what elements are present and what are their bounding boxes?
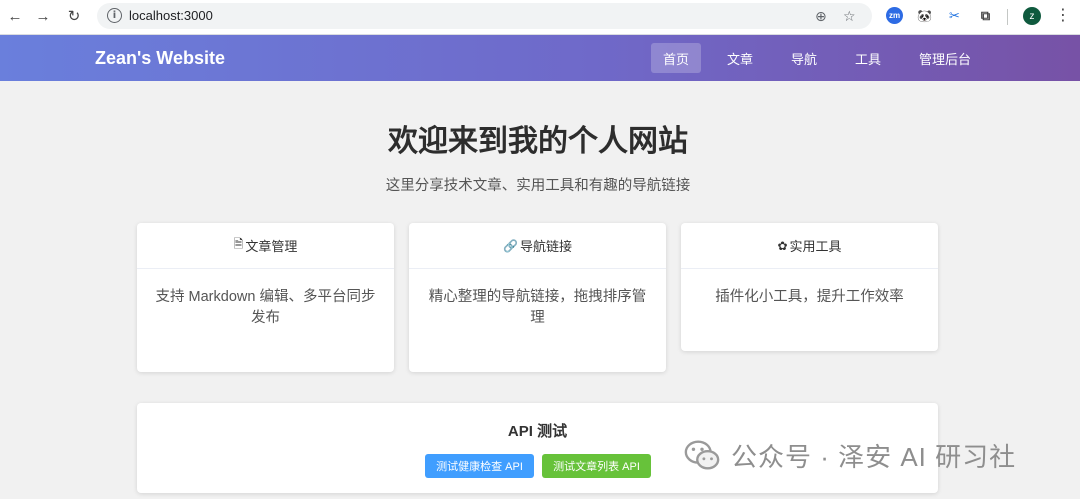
card-header: 🔗 导航链接 xyxy=(409,223,666,269)
zoom-extension-icon[interactable]: zm xyxy=(886,7,903,24)
link-icon: 🔗 xyxy=(503,238,518,253)
test-health-api-button[interactable]: 测试健康检查 API xyxy=(425,454,534,478)
address-bar[interactable]: i localhost:3000 ⊕ ☆ xyxy=(97,3,872,29)
hero-subtitle: 这里分享技术文章、实用工具和有趣的导航链接 xyxy=(385,178,691,194)
card-title: 文章管理 xyxy=(245,239,298,254)
back-button[interactable]: ← xyxy=(4,5,26,27)
scissors-extension-glyph: ✂ xyxy=(949,7,960,23)
puzzle-glyph: ⧉ xyxy=(980,7,991,23)
nav-item-admin[interactable]: 管理后台 xyxy=(907,43,983,73)
toolbar-divider xyxy=(1007,9,1008,25)
card-header: ✿ 实用工具 xyxy=(681,223,938,269)
panda-extension-icon[interactable]: 🐼 xyxy=(916,7,933,24)
panda-extension-glyph: 🐼 xyxy=(917,8,932,23)
card-description: 支持 Markdown 编辑、多平台同步发布 xyxy=(155,289,376,326)
card-title: 实用工具 xyxy=(789,239,842,254)
nav-item-home[interactable]: 首页 xyxy=(651,43,702,73)
wechat-logo-icon xyxy=(684,440,720,470)
card-description: 精心整理的导航链接，拖拽排序管理 xyxy=(428,289,647,326)
zoom-icon[interactable]: ⊕ xyxy=(815,8,827,25)
card-header: 🗎 文章管理 xyxy=(137,223,394,269)
nav-item-tools[interactable]: 工具 xyxy=(843,43,893,73)
feature-card-articles: 🗎 文章管理 支持 Markdown 编辑、多平台同步发布 xyxy=(137,223,394,372)
watermark: 公众号 · 泽安 AI 研习社 xyxy=(683,436,1016,474)
test-articles-api-button[interactable]: 测试文章列表 API xyxy=(542,454,651,478)
card-description: 插件化小工具，提升工作效率 xyxy=(715,289,904,305)
site-info-icon[interactable]: i xyxy=(107,8,122,23)
document-icon: 🗎 xyxy=(233,237,244,251)
feature-card-tools: ✿ 实用工具 插件化小工具，提升工作效率 xyxy=(681,223,938,351)
forward-arrow-icon: → xyxy=(35,7,51,25)
browser-menu-icon[interactable]: ⋮ xyxy=(1055,5,1071,25)
url-text[interactable]: localhost:3000 xyxy=(129,8,213,23)
back-arrow-icon: ← xyxy=(7,7,23,25)
profile-avatar[interactable]: z xyxy=(1023,7,1041,25)
profile-initial: z xyxy=(1029,10,1035,22)
hero-title: 欢迎来到我的个人网站 xyxy=(388,125,688,158)
reload-button[interactable]: ↻ xyxy=(63,5,85,27)
watermark-text: 公众号 · 泽安 AI 研习社 xyxy=(731,441,1017,472)
reload-icon: ↻ xyxy=(67,8,81,25)
extensions-puzzle-icon[interactable]: ⧉ xyxy=(977,7,994,24)
site-brand[interactable]: Zean's Website xyxy=(95,48,225,69)
bookmark-star-icon[interactable]: ☆ xyxy=(843,8,856,25)
gear-icon: ✿ xyxy=(777,238,788,253)
scissors-extension-icon[interactable]: ✂ xyxy=(946,7,963,24)
zoom-extension-label: zm xyxy=(888,11,901,20)
site-header: Zean's Website 首页 文章 导航 工具 管理后台 xyxy=(0,35,1080,81)
card-title: 导航链接 xyxy=(519,239,572,254)
feature-card-navigation: 🔗 导航链接 精心整理的导航链接，拖拽排序管理 xyxy=(409,223,666,372)
nav-item-articles[interactable]: 文章 xyxy=(715,43,765,73)
forward-button[interactable]: → xyxy=(32,5,54,27)
nav-item-navigation[interactable]: 导航 xyxy=(779,43,829,73)
browser-toolbar: ← → ↻ i localhost:3000 ⊕ ☆ zm 🐼 ✂ ⧉ z ⋮ xyxy=(0,0,1080,35)
site-info-glyph: i xyxy=(112,10,117,21)
